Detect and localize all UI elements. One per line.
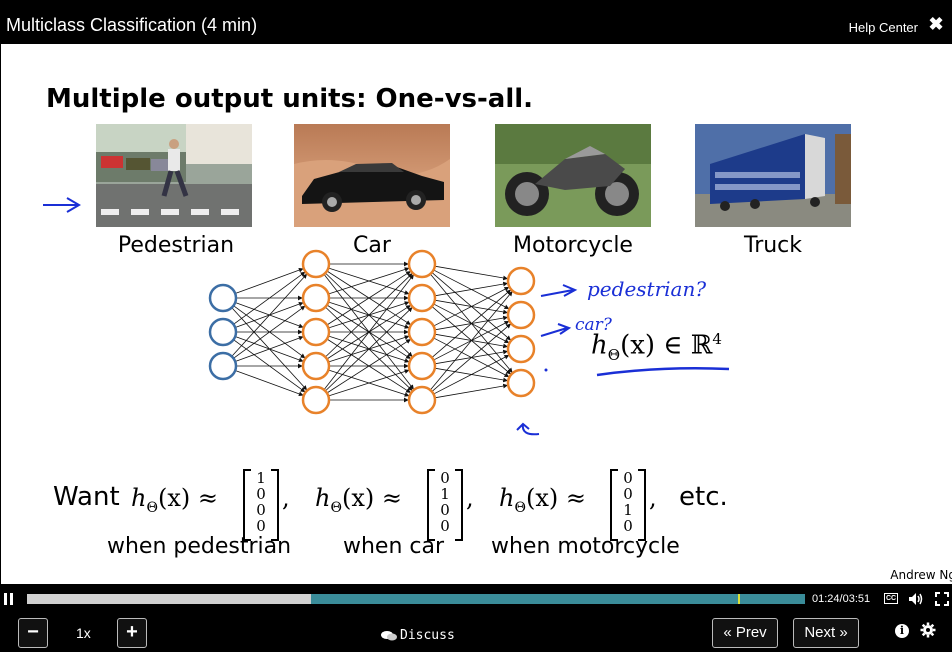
slower-button[interactable]: − <box>18 618 48 648</box>
close-icon[interactable]: ✖ <box>926 14 946 34</box>
when-label: when motorcycle <box>491 534 680 559</box>
hidden-unit <box>301 385 331 415</box>
network-edge <box>433 287 510 327</box>
volume-icon[interactable] <box>908 592 924 606</box>
played-progress <box>27 594 311 604</box>
input-arrow-icon <box>43 197 81 213</box>
discuss-button[interactable]: Discuss <box>381 628 455 643</box>
output-vector: 0010 <box>610 469 646 541</box>
network-edge <box>431 289 511 358</box>
pedestrian-annotation: pedestrian? <box>587 277 706 301</box>
want-word: Want <box>53 482 120 512</box>
when-label: when pedestrian <box>107 534 292 559</box>
input-unit <box>208 283 238 313</box>
hidden-unit <box>301 351 331 381</box>
header-bar: Multiclass Classification (4 min) Help C… <box>0 0 952 44</box>
prev-button[interactable]: « Prev <box>712 618 778 648</box>
output-unit <box>506 300 536 330</box>
when-label: when car <box>343 534 445 559</box>
output-unit <box>506 368 536 398</box>
time-display: 01:24/03:51 <box>812 593 871 605</box>
network-edge <box>325 307 413 392</box>
underline-stroke <box>596 367 730 377</box>
captions-icon[interactable]: CC <box>884 593 898 604</box>
network-edge <box>433 355 510 395</box>
hypothesis-expression: hΘ(x) ≈ <box>499 484 586 516</box>
car-arrow-icon <box>540 323 572 337</box>
return-arrow-icon <box>516 422 540 436</box>
hypothesis-expression: hΘ(x) ≈ <box>131 484 218 516</box>
next-button[interactable]: Next » <box>793 618 859 648</box>
output-unit <box>506 266 536 296</box>
hidden-unit <box>301 317 331 347</box>
info-icon[interactable]: i <box>895 624 909 638</box>
network-edge <box>434 383 508 399</box>
network-edge <box>325 273 413 358</box>
playback-speed: 1x <box>76 625 91 641</box>
faster-button[interactable]: + <box>117 618 147 648</box>
pause-icon[interactable] <box>4 593 16 605</box>
etc-text: etc. <box>679 482 728 512</box>
video-progress-row: 01:24/03:51 CC <box>0 584 952 614</box>
progress-marker <box>738 594 741 604</box>
output-vector: 0100 <box>427 469 463 541</box>
help-center-link[interactable]: Help Center <box>849 20 918 35</box>
output-unit <box>506 334 536 364</box>
output-formula: hΘ(x) ∈ ℝ4 <box>591 330 722 364</box>
video-lecture-window: Multiclass Classification (4 min) Help C… <box>0 0 952 652</box>
network-edge <box>231 273 308 357</box>
author-credit: Andrew Ng <box>890 568 952 582</box>
network-edge <box>431 323 511 392</box>
network-edge <box>434 265 508 281</box>
lecture-title: Multiclass Classification (4 min) <box>6 15 258 35</box>
hidden-unit <box>407 249 437 279</box>
lecture-slide: Multiple output units: One-vs-all. Pedes… <box>1 44 952 584</box>
player-controls: − 1x + Discuss « Prev Next » i <box>0 614 952 652</box>
input-unit <box>208 317 238 347</box>
hidden-unit <box>407 385 437 415</box>
hidden-unit <box>301 249 331 279</box>
speech-bubbles-icon <box>381 631 397 641</box>
input-unit <box>208 351 238 381</box>
fullscreen-icon[interactable] <box>935 592 949 606</box>
seek-bar[interactable] <box>27 594 805 604</box>
hidden-unit <box>407 317 437 347</box>
output-vector: 1000 <box>243 469 279 541</box>
hidden-unit <box>301 283 331 313</box>
pedestrian-arrow-icon <box>540 284 578 297</box>
hidden-unit <box>407 283 437 313</box>
hidden-unit <box>407 351 437 381</box>
gear-icon[interactable] <box>920 622 936 638</box>
hypothesis-expression: hΘ(x) ≈ <box>315 484 402 516</box>
